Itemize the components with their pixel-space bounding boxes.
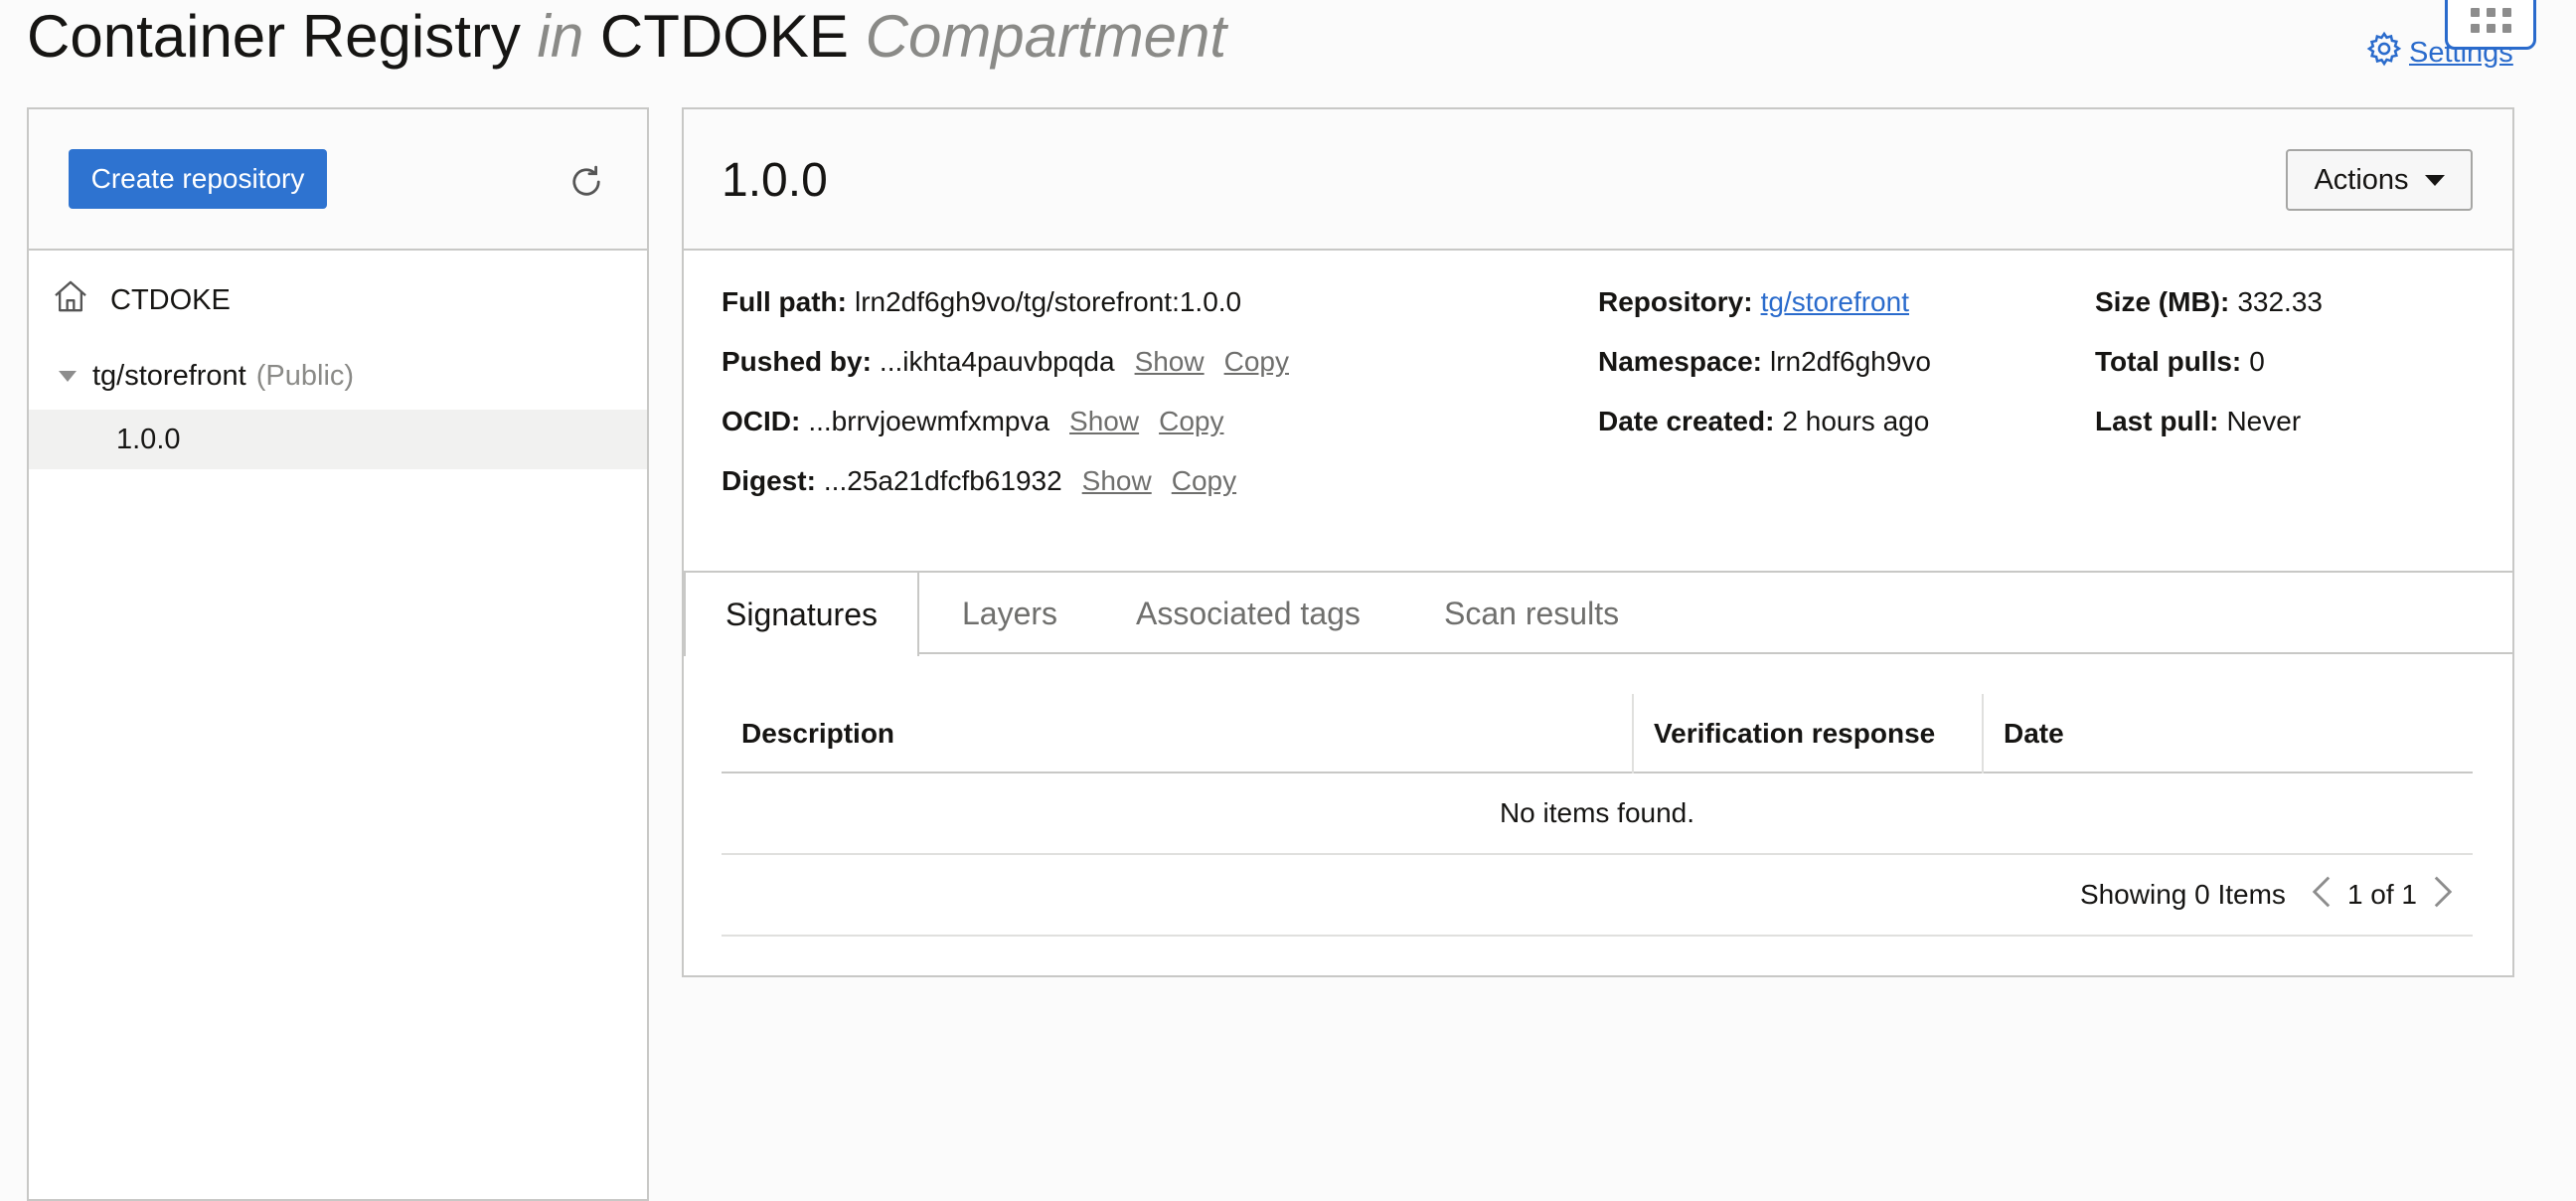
tree-item-tag[interactable]: 1.0.0 bbox=[29, 410, 647, 469]
last-pull-row: Last pull: Never bbox=[2095, 392, 2323, 451]
tree-repository-label: tg/storefront bbox=[92, 360, 246, 392]
full-path-label: Full path: bbox=[722, 286, 847, 317]
gear-icon bbox=[2365, 30, 2403, 76]
tab-associated-tags[interactable]: Associated tags bbox=[1136, 573, 1361, 654]
tree-toolbar: Create repository bbox=[29, 109, 647, 251]
column-header-verification-response[interactable]: Verification response bbox=[1634, 694, 1984, 773]
date-created-label: Date created: bbox=[1598, 406, 1775, 436]
compartment-suffix: Compartment bbox=[865, 3, 1227, 70]
total-pulls-label: Total pulls: bbox=[2095, 346, 2242, 377]
ocid-copy-link[interactable]: Copy bbox=[1159, 392, 1223, 451]
pagination: 1 of 1 bbox=[2310, 874, 2455, 917]
tab-scan-results[interactable]: Scan results bbox=[1444, 573, 1619, 654]
repository-label: Repository: bbox=[1598, 286, 1753, 317]
repository-row: Repository: tg/storefront bbox=[1598, 272, 1931, 332]
tree-tag-label: 1.0.0 bbox=[116, 423, 181, 455]
repository-tree-panel: Create repository CTDOKE tg/storefront (… bbox=[27, 107, 649, 1201]
compartment-name: CTDOKE bbox=[599, 3, 849, 70]
table-empty-message: No items found. bbox=[722, 773, 2473, 855]
ocid-show-link[interactable]: Show bbox=[1069, 392, 1139, 451]
size-label: Size (MB): bbox=[2095, 286, 2230, 317]
previous-page-icon[interactable] bbox=[2310, 874, 2334, 917]
last-pull-value: Never bbox=[2226, 406, 2302, 436]
tab-bar: Signatures Layers Associated tags Scan r… bbox=[684, 573, 2512, 656]
page-title: Container Registry in CTDOKE Compartment bbox=[27, 2, 1226, 72]
ocid-label: OCID: bbox=[722, 406, 801, 436]
date-created-row: Date created: 2 hours ago bbox=[1598, 392, 1931, 451]
detail-header: 1.0.0 Actions bbox=[684, 109, 2512, 251]
app-grid-icon bbox=[2470, 7, 2511, 33]
date-created-value: 2 hours ago bbox=[1782, 406, 1930, 436]
pushed-by-copy-link[interactable]: Copy bbox=[1224, 332, 1289, 392]
page-info: 1 of 1 bbox=[2346, 879, 2417, 910]
tab-signatures[interactable]: Signatures bbox=[684, 573, 919, 656]
namespace-row: Namespace: lrn2df6gh9vo bbox=[1598, 332, 1931, 392]
actions-menu-button[interactable]: Actions bbox=[2286, 149, 2473, 211]
total-pulls-row: Total pulls: 0 bbox=[2095, 332, 2323, 392]
size-row: Size (MB): 332.33 bbox=[2095, 272, 2323, 332]
full-path-value: lrn2df6gh9vo/tg/storefront:1.0.0 bbox=[854, 286, 1242, 317]
table-header: Description Verification response Date bbox=[722, 694, 2473, 773]
namespace-label: Namespace: bbox=[1598, 346, 1762, 377]
repository-link[interactable]: tg/storefront bbox=[1761, 272, 1909, 332]
signatures-table: Description Verification response Date N… bbox=[722, 694, 2473, 937]
ocid-value: ...brrvjoewmfxmpva bbox=[808, 406, 1050, 436]
column-header-description[interactable]: Description bbox=[722, 694, 1634, 773]
full-path-row: Full path: lrn2df6gh9vo/tg/storefront:1.… bbox=[722, 272, 1289, 332]
info-column-primary: Full path: lrn2df6gh9vo/tg/storefront:1.… bbox=[722, 272, 1289, 511]
namespace-value: lrn2df6gh9vo bbox=[1769, 346, 1931, 377]
table-footer: Showing 0 Items 1 of 1 bbox=[722, 855, 2473, 937]
digest-value: ...25a21dfcfb61932 bbox=[823, 465, 1062, 496]
size-value: 332.33 bbox=[2237, 286, 2323, 317]
pushed-by-label: Pushed by: bbox=[722, 346, 872, 377]
caret-down-icon[interactable] bbox=[59, 371, 77, 382]
digest-show-link[interactable]: Show bbox=[1082, 451, 1152, 511]
digest-row: Digest: ...25a21dfcfb61932 Show Copy bbox=[722, 451, 1289, 511]
tree-root-label: CTDOKE bbox=[110, 283, 231, 316]
pushed-by-row: Pushed by: ...ikhta4pauvbpqda Show Copy bbox=[722, 332, 1289, 392]
refresh-icon[interactable] bbox=[565, 161, 607, 203]
app-grid-button[interactable] bbox=[2445, 0, 2536, 50]
digest-label: Digest: bbox=[722, 465, 816, 496]
pushed-by-value: ...ikhta4pauvbpqda bbox=[879, 346, 1115, 377]
tree-root-compartment[interactable]: CTDOKE bbox=[51, 276, 231, 324]
home-icon bbox=[51, 276, 90, 324]
info-column-stats: Size (MB): 332.33 Total pulls: 0 Last pu… bbox=[2095, 272, 2323, 451]
image-title: 1.0.0 bbox=[722, 154, 828, 207]
info-column-repository: Repository: tg/storefront Namespace: lrn… bbox=[1598, 272, 1931, 451]
tree-item-repository[interactable]: tg/storefront (Public) bbox=[59, 360, 354, 393]
digest-copy-link[interactable]: Copy bbox=[1172, 451, 1236, 511]
page-title-in: in bbox=[537, 3, 584, 70]
ocid-row: OCID: ...brrvjoewmfxmpva Show Copy bbox=[722, 392, 1289, 451]
actions-label: Actions bbox=[2314, 163, 2409, 196]
next-page-icon[interactable] bbox=[2431, 874, 2455, 917]
resources-tabs-area: Signatures Layers Associated tags Scan r… bbox=[684, 571, 2512, 937]
last-pull-label: Last pull: bbox=[2095, 406, 2219, 436]
total-pulls-value: 0 bbox=[2249, 346, 2265, 377]
caret-down-icon bbox=[2424, 174, 2445, 186]
image-detail-panel: 1.0.0 Actions Full path: lrn2df6gh9vo/tg… bbox=[682, 107, 2514, 977]
showing-count: Showing 0 Items bbox=[2079, 879, 2286, 910]
pushed-by-show-link[interactable]: Show bbox=[1135, 332, 1205, 392]
signatures-tab-panel: Description Verification response Date N… bbox=[684, 652, 2512, 980]
column-header-date[interactable]: Date bbox=[1984, 694, 2473, 773]
create-repository-button[interactable]: Create repository bbox=[69, 149, 327, 209]
page-title-main: Container Registry bbox=[27, 3, 521, 70]
repository-visibility: (Public) bbox=[255, 360, 355, 392]
tab-layers[interactable]: Layers bbox=[962, 573, 1057, 654]
